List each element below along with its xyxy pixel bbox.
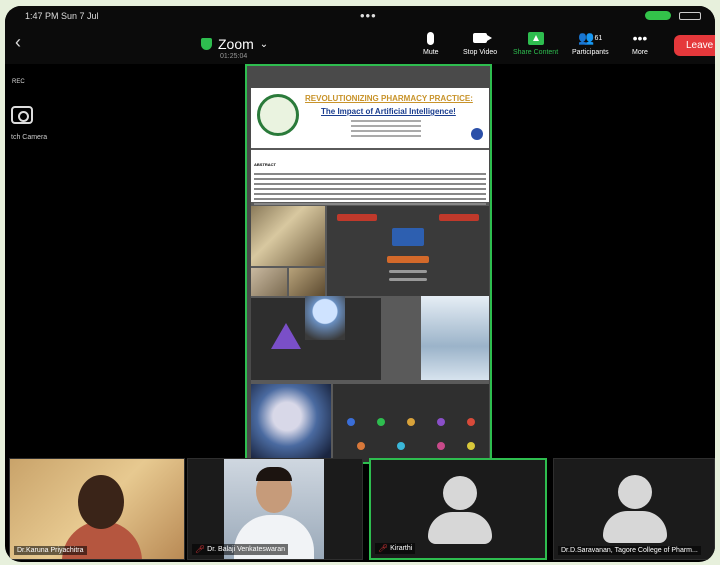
share-screen-icon: [527, 31, 544, 45]
participants-label: Participants: [572, 49, 609, 56]
poster-abstract: ABSTRACT: [251, 150, 489, 205]
poster-header: REVOLUTIONIZING PHARMACY PRACTICE: The I…: [251, 88, 489, 148]
participant-name: Dr.Karuna Priyachitra: [14, 546, 87, 555]
chevron-down-icon: ⌄: [259, 38, 269, 50]
participant-name: 🎤︎ Kirarthi: [375, 543, 416, 554]
participant-tile-active[interactable]: 🎤︎ Kirarthi: [369, 458, 547, 560]
poster-authors: [351, 120, 421, 142]
more-button[interactable]: ••• More: [632, 30, 648, 56]
poster-title-line1: REVOLUTIONIZING PHARMACY PRACTICE:: [305, 94, 473, 103]
multitask-dots[interactable]: •••: [360, 8, 377, 23]
poster-ai-figure: [305, 296, 345, 340]
college-logo: [257, 94, 299, 136]
participants-button[interactable]: 👥 61 Participants: [572, 30, 609, 56]
battery-icon: [679, 12, 701, 20]
switch-camera-button[interactable]: tch Camera: [11, 106, 47, 141]
poster-flowchart: [327, 206, 489, 296]
status-time: 1:47 PM Sun 7 Jul: [25, 11, 99, 21]
participant-tile[interactable]: Dr.D.Saravanan, Tagore College of Pharm.…: [553, 458, 715, 560]
shield-icon: [201, 38, 212, 50]
abstract-label: ABSTRACT: [254, 162, 276, 167]
share-content-button[interactable]: Share Content: [513, 30, 558, 56]
leave-button[interactable]: Leave: [674, 35, 715, 56]
more-dots-icon: •••: [632, 30, 648, 46]
mute-label: Mute: [423, 49, 439, 56]
switch-camera-label: tch Camera: [11, 134, 48, 141]
microphone-icon: [427, 31, 435, 45]
muted-mic-icon: 🎤︎: [195, 545, 206, 554]
participant-video: [78, 475, 124, 529]
prism-graphic: [271, 323, 301, 349]
share-content-label: Share Content: [513, 49, 559, 56]
zoom-window: 1:47 PM Sun 7 Jul ••• ‹ Zoom ⌄ 01:25:04 …: [5, 6, 715, 562]
poster-image-robot-pharmacist: [421, 296, 489, 380]
muted-mic-icon: 🎤︎: [378, 544, 389, 553]
participant-name: Dr.D.Saravanan, Tagore College of Pharm.…: [558, 546, 701, 555]
call-indicator-icon: [645, 11, 671, 20]
participant-tile[interactable]: 🎤︎ Dr. Balaji Venkateswaran: [187, 458, 363, 560]
stop-video-label: Stop Video: [463, 49, 498, 56]
poster-image-robot: [251, 384, 331, 462]
participant-name: 🎤︎ Dr. Balaji Venkateswaran: [192, 544, 288, 555]
switch-camera-icon: [11, 106, 33, 124]
participant-tile[interactable]: Dr.Karuna Priyachitra: [9, 458, 185, 560]
avatar-placeholder: [443, 476, 477, 510]
more-label: More: [632, 49, 648, 56]
poster-image-pharmacy-robot: [251, 206, 325, 266]
meeting-timer: 01:25:04: [220, 53, 248, 60]
shared-screen[interactable]: REVOLUTIONIZING PHARMACY PRACTICE: The I…: [245, 64, 492, 464]
avatar-placeholder: [618, 475, 652, 509]
poster-timeline: [333, 384, 489, 462]
rec-indicator: REC: [12, 79, 25, 85]
poster-image-pharmacist: [251, 268, 287, 296]
meeting-title[interactable]: Zoom ⌄: [201, 36, 268, 52]
shared-poster: REVOLUTIONIZING PHARMACY PRACTICE: The I…: [251, 88, 489, 462]
poster-title-line2: The Impact of Artificial Intelligence!: [321, 107, 456, 116]
stop-video-button[interactable]: Stop Video: [463, 30, 497, 56]
top-toolbar: 1:47 PM Sun 7 Jul ••• ‹ Zoom ⌄ 01:25:04 …: [5, 6, 715, 64]
participants-count: 61: [594, 34, 603, 42]
back-chevron-icon[interactable]: ‹: [15, 32, 21, 53]
video-camera-icon: [473, 33, 493, 43]
poster-image-pharmacy-shelves: [289, 268, 325, 296]
mute-button[interactable]: Mute: [423, 30, 439, 56]
app-title: Zoom: [218, 36, 254, 52]
participant-strip: Dr.Karuna Priyachitra 🎤︎ Dr. Balaji Venka…: [5, 458, 715, 562]
people-icon: 👥: [578, 30, 595, 45]
system-status-icons: [645, 11, 705, 21]
poster-badge: [471, 128, 483, 140]
